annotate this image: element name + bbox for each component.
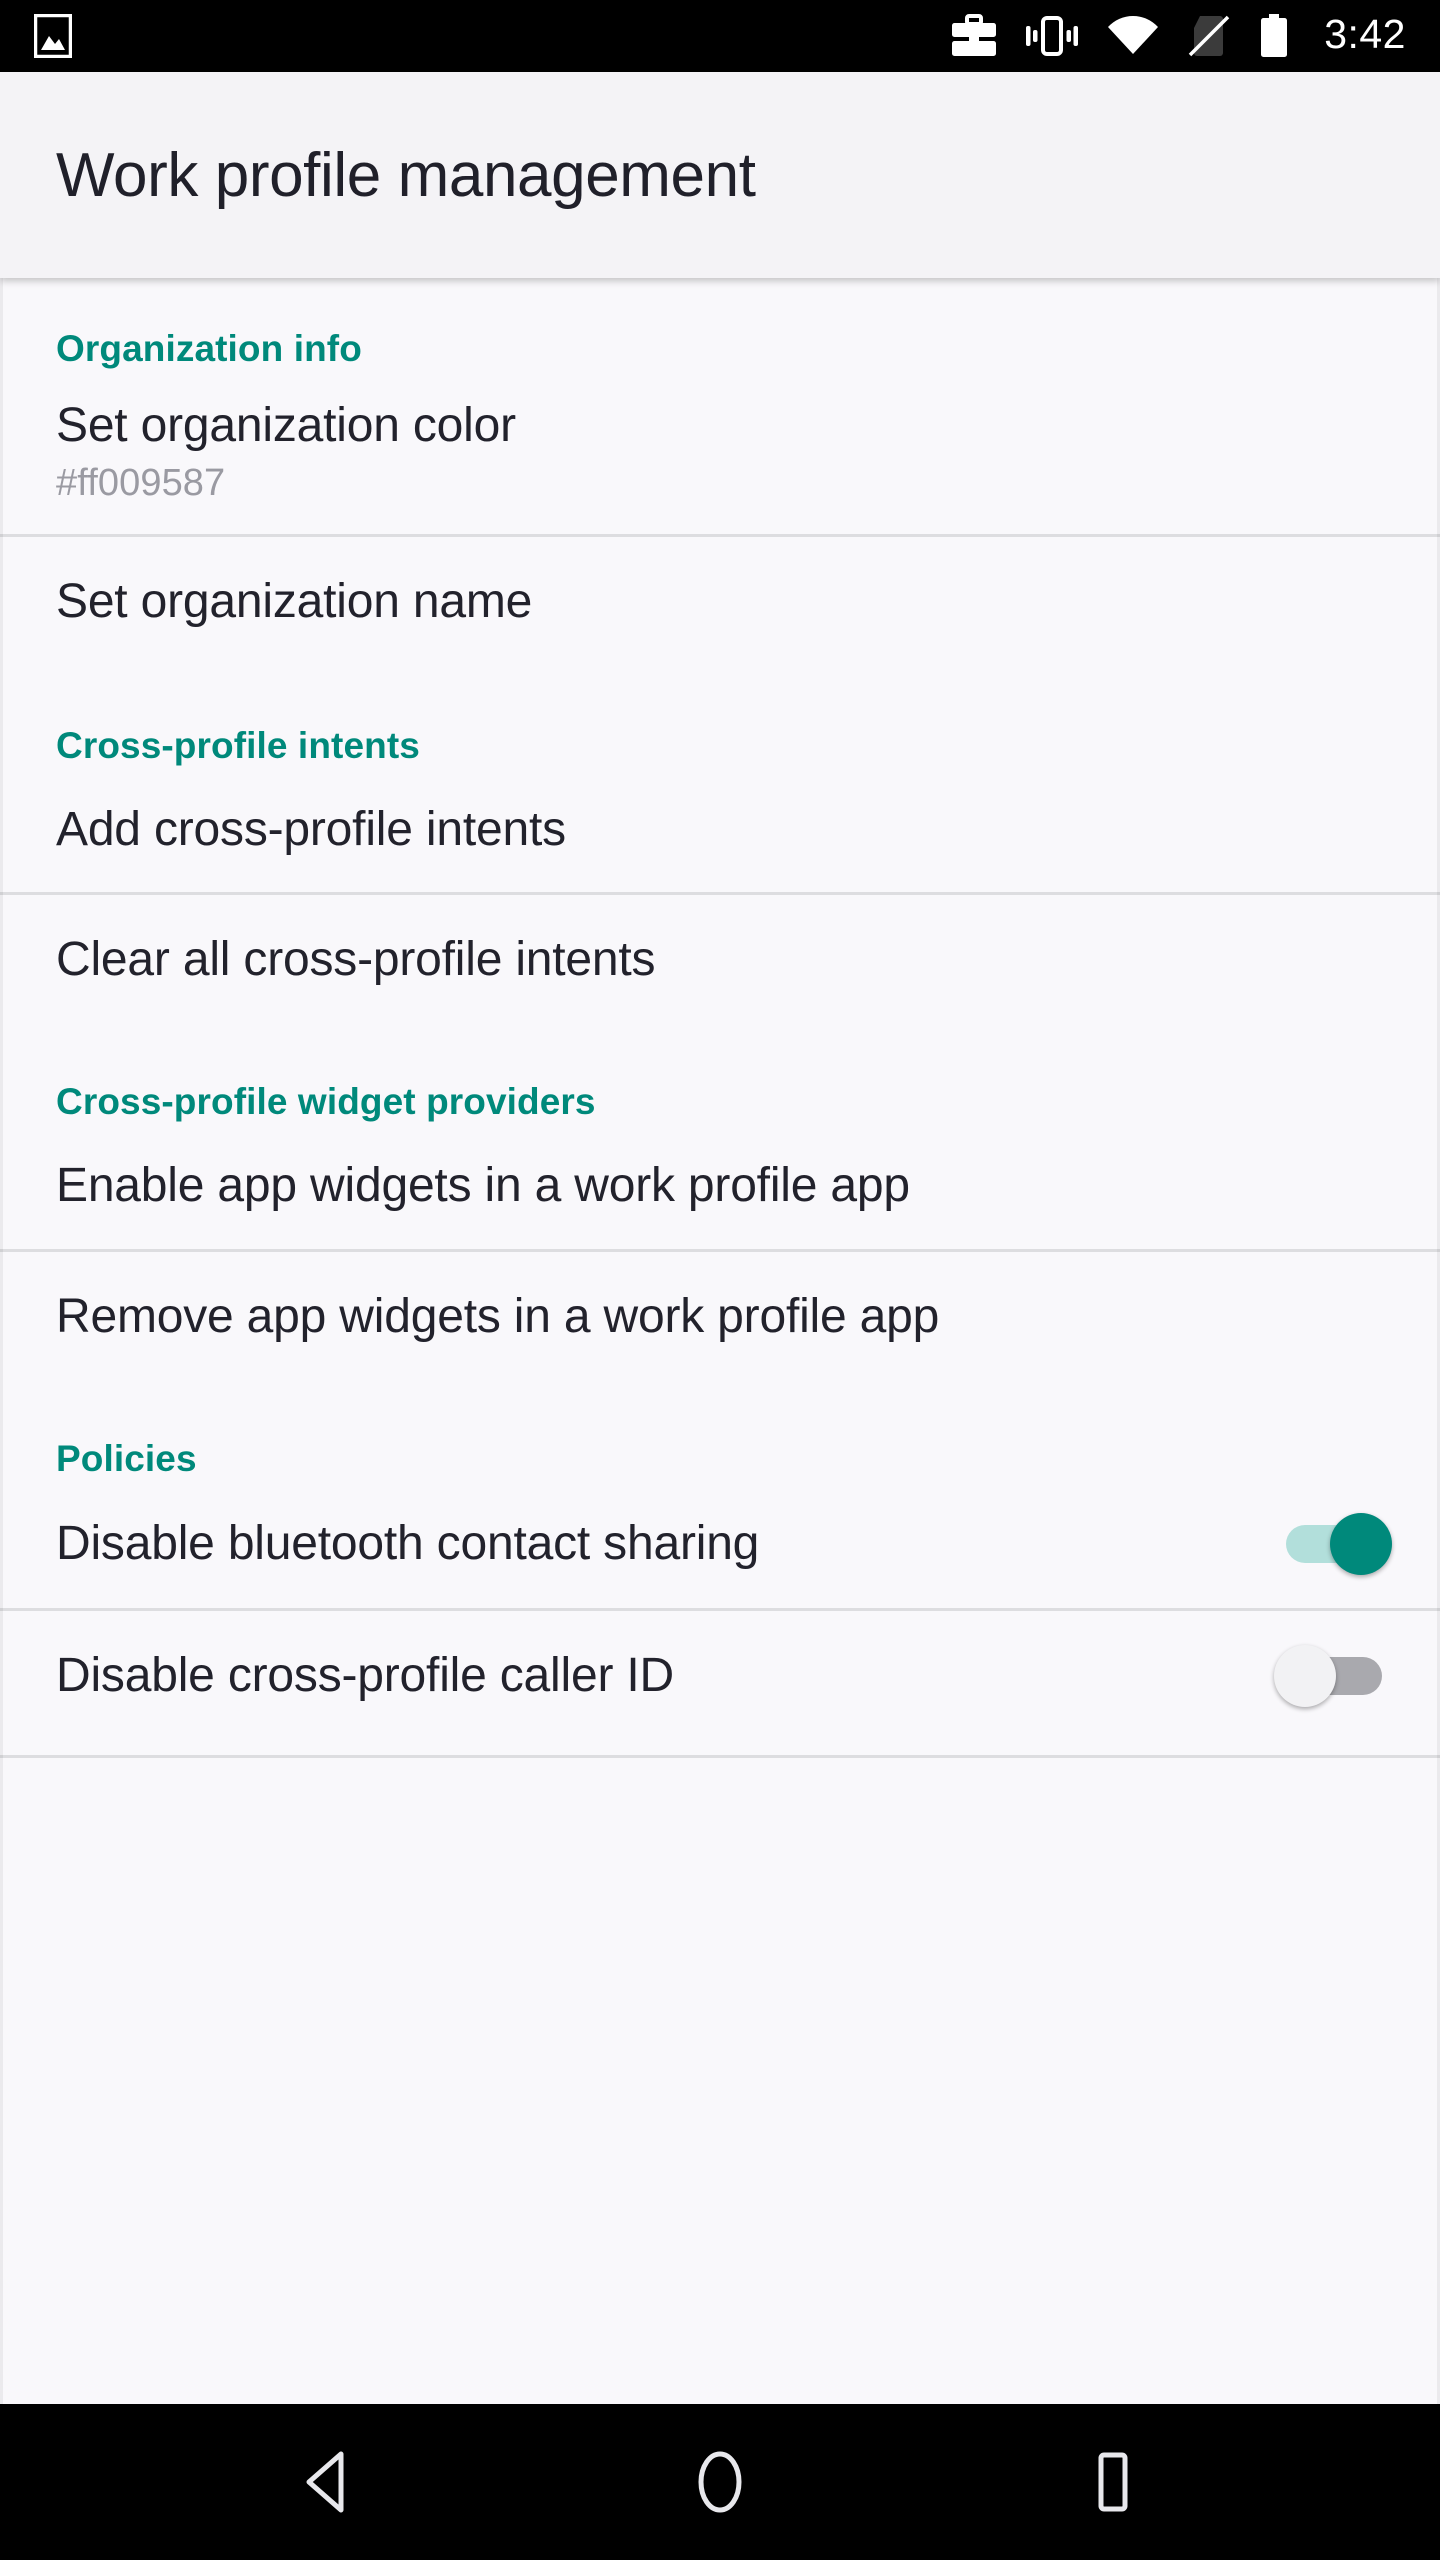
section-header-policies: Policies xyxy=(56,1438,197,1479)
switch-thumb xyxy=(1330,1513,1392,1575)
navigation-bar xyxy=(0,2404,1440,2560)
recents-button[interactable] xyxy=(1038,2404,1188,2560)
preference-summary: #ff009587 xyxy=(56,462,226,505)
preference-set-organization-color[interactable]: Set organization color #ff009587 xyxy=(0,370,1440,534)
preference-title: Disable cross-profile caller ID xyxy=(56,1649,674,1703)
work-briefcase-icon xyxy=(952,14,997,56)
back-triangle-icon xyxy=(306,2451,344,2513)
preference-title: Clear all cross-profile intents xyxy=(56,933,656,987)
switch-disable-bluetooth-contact-sharing[interactable] xyxy=(1274,1513,1392,1575)
preference-remove-app-widgets[interactable]: Remove app widgets in a work profile app xyxy=(0,1252,1440,1382)
vibrate-icon xyxy=(1026,16,1079,56)
section-header-organization-info: Organization info xyxy=(56,328,362,369)
back-button[interactable] xyxy=(252,2404,402,2560)
preference-disable-cross-profile-caller-id[interactable]: Disable cross-profile caller ID xyxy=(0,1611,1440,1741)
preference-enable-app-widgets[interactable]: Enable app widgets in a work profile app xyxy=(0,1123,1440,1249)
screenshot-icon xyxy=(34,14,72,58)
preference-title: Remove app widgets in a work profile app xyxy=(56,1290,940,1344)
divider xyxy=(0,1755,1440,1758)
home-button[interactable] xyxy=(645,2404,795,2560)
no-sim-icon xyxy=(1188,15,1230,57)
preference-title: Set organization color xyxy=(56,398,516,452)
recents-square-icon xyxy=(1098,2452,1128,2512)
phone-screen: 3:42 Work profile management Organizatio… xyxy=(0,0,1440,2560)
app-bar: Work profile management xyxy=(0,72,1440,278)
home-circle-icon xyxy=(698,2451,742,2513)
status-bar-right-icons: 3:42 xyxy=(951,14,1406,58)
preference-list[interactable]: Organization info Set organization color… xyxy=(0,278,1440,2404)
preference-title: Disable bluetooth contact sharing xyxy=(56,1517,760,1571)
preference-title: Add cross-profile intents xyxy=(56,802,566,856)
section-header-cross-profile-widget-providers: Cross-profile widget providers xyxy=(56,1081,596,1122)
preference-set-organization-name[interactable]: Set organization name xyxy=(0,537,1440,667)
status-bar-left-icons xyxy=(34,14,72,58)
preference-clear-all-cross-profile-intents[interactable]: Clear all cross-profile intents xyxy=(0,895,1440,1025)
switch-disable-cross-profile-caller-id[interactable] xyxy=(1274,1645,1392,1707)
preference-disable-bluetooth-contact-sharing[interactable]: Disable bluetooth contact sharing xyxy=(0,1480,1440,1608)
switch-thumb xyxy=(1274,1645,1336,1707)
battery-icon xyxy=(1261,14,1288,57)
section-header-cross-profile-intents: Cross-profile intents xyxy=(56,725,420,766)
preference-add-cross-profile-intents[interactable]: Add cross-profile intents xyxy=(0,767,1440,892)
status-bar-clock: 3:42 xyxy=(1324,11,1406,57)
wifi-icon xyxy=(1108,16,1159,54)
preference-title: Set organization name xyxy=(56,575,533,629)
page-title: Work profile management xyxy=(56,140,756,210)
preference-title: Enable app widgets in a work profile app xyxy=(56,1159,910,1213)
status-bar: 3:42 xyxy=(0,0,1440,72)
